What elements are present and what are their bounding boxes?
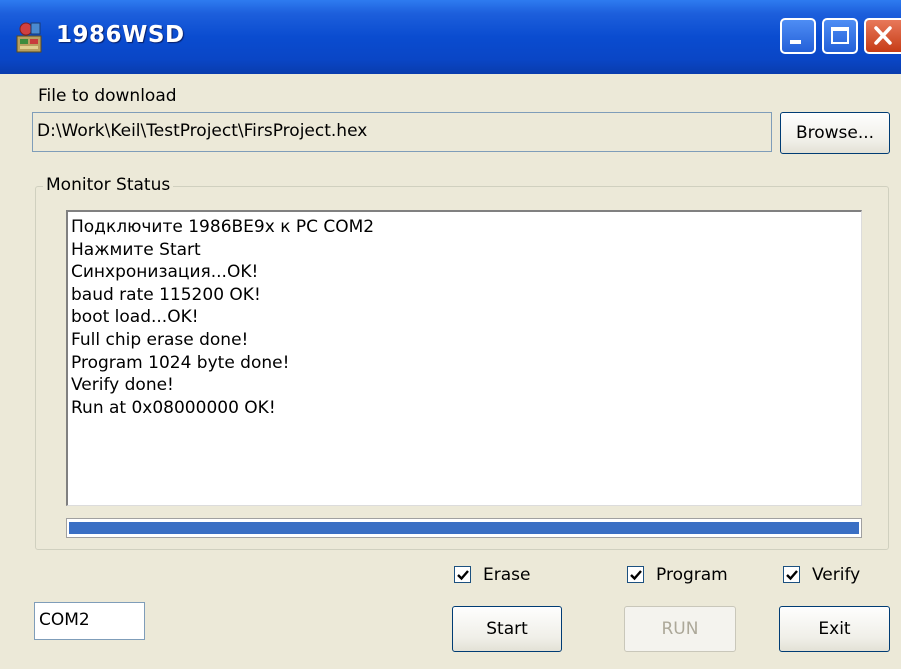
close-icon — [874, 26, 892, 45]
app-window: 1986WSD File to download D:\Work\Keil\Te… — [0, 0, 901, 669]
file-label: File to download — [38, 86, 177, 106]
window-title: 1986WSD — [56, 22, 185, 48]
erase-checkbox[interactable] — [454, 566, 471, 583]
program-label[interactable]: Program — [656, 565, 728, 585]
monitor-status-label: Monitor Status — [43, 175, 174, 195]
monitor-log[interactable]: Подключите 1986BE9x к PC COM2 Нажмите St… — [66, 210, 862, 506]
log-line: Verify done! — [71, 375, 174, 396]
checkmark-icon — [457, 570, 469, 581]
title-bar[interactable]: 1986WSD — [0, 0, 901, 74]
exit-button-label: Exit — [818, 619, 851, 639]
log-line: Нажмите Start — [71, 239, 201, 260]
log-line: Program 1024 byte done! — [71, 352, 290, 373]
log-line: baud rate 115200 OK! — [71, 284, 261, 305]
browse-button[interactable]: Browse... — [780, 112, 890, 154]
progress-fill — [69, 522, 859, 534]
erase-label[interactable]: Erase — [483, 565, 530, 585]
close-button[interactable] — [864, 18, 901, 54]
verify-label[interactable]: Verify — [812, 565, 860, 585]
run-button-label: RUN — [661, 619, 699, 639]
checkmark-icon — [786, 570, 798, 581]
log-line: Синхронизация...OK! — [71, 262, 259, 283]
com-port-field[interactable]: COM2 — [34, 602, 145, 640]
log-line: Подключите 1986BE9x к PC COM2 — [71, 217, 375, 237]
minimize-icon — [790, 40, 801, 44]
maximize-icon — [831, 27, 849, 44]
log-line: Run at 0x08000000 OK! — [71, 397, 276, 418]
exit-button[interactable]: Exit — [779, 606, 890, 652]
installer-icon — [16, 22, 42, 53]
start-button-label: Start — [486, 619, 528, 639]
minimize-button[interactable] — [780, 18, 816, 54]
log-line: boot load...OK! — [71, 307, 199, 328]
log-line: Full chip erase done! — [71, 329, 249, 350]
browse-button-label: Browse... — [795, 123, 875, 143]
program-checkbox[interactable] — [627, 566, 644, 583]
maximize-button[interactable] — [822, 18, 858, 54]
verify-checkbox[interactable] — [783, 566, 800, 583]
file-path-field[interactable]: D:\Work\Keil\TestProject\FirsProject.hex — [32, 112, 772, 152]
start-button[interactable]: Start — [452, 606, 562, 652]
checkmark-icon — [630, 570, 642, 581]
run-button[interactable]: RUN — [624, 606, 736, 652]
progress-bar — [66, 518, 862, 538]
